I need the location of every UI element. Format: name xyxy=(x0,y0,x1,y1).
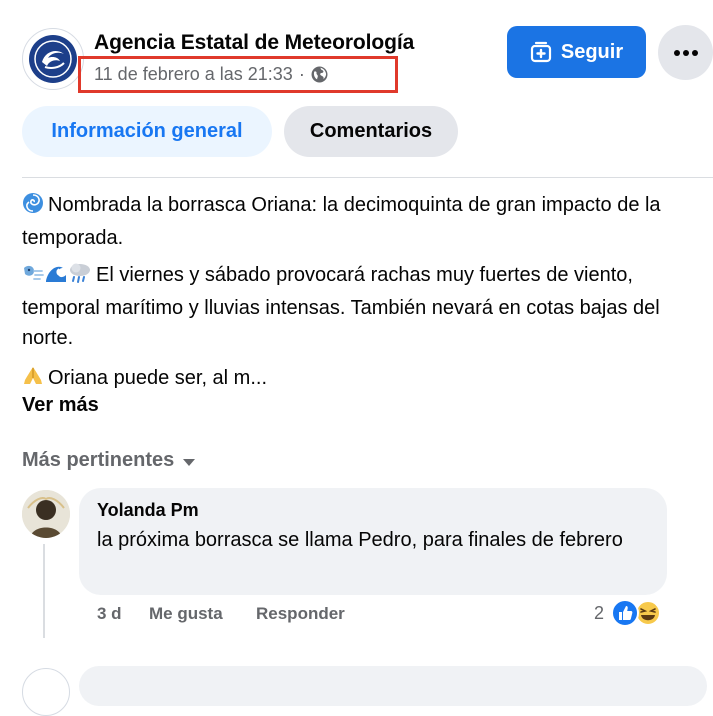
post-paragraph-3-text: Oriana puede ser, al m... xyxy=(48,367,268,389)
follow-button[interactable]: Seguir xyxy=(507,26,646,78)
timestamp-highlight-box xyxy=(78,56,398,93)
comment-time[interactable]: 3 d xyxy=(97,604,122,624)
wind-face-emoji xyxy=(22,262,44,293)
thread-line xyxy=(43,544,45,638)
post-paragraph-2-text: El viernes y sábado provocará rachas muy… xyxy=(22,264,660,349)
next-commenter-avatar[interactable] xyxy=(22,668,70,716)
commenter-avatar[interactable] xyxy=(22,490,70,538)
comment-author[interactable]: Yolanda Pm xyxy=(97,500,199,521)
more-options-button[interactable] xyxy=(658,25,713,80)
page-avatar[interactable] xyxy=(22,28,84,90)
haha-reaction-icon xyxy=(635,600,661,626)
water-wave-emoji xyxy=(45,262,67,293)
aemet-logo-icon xyxy=(29,35,77,83)
comment-reply-button[interactable]: Responder xyxy=(256,604,345,624)
reaction-count[interactable]: 2 xyxy=(594,603,604,624)
next-comment-bubble xyxy=(79,666,707,706)
page-name-link[interactable]: Agencia Estatal de Meteorología xyxy=(94,31,414,55)
comment-sort-dropdown[interactable]: Más pertinentes xyxy=(22,449,196,472)
tab-informacion-general[interactable]: Información general xyxy=(22,106,272,157)
post-paragraph-2: El viernes y sábado provocará rachas muy… xyxy=(22,260,702,353)
comment-like-button[interactable]: Me gusta xyxy=(149,604,223,624)
reaction-icons[interactable] xyxy=(609,598,665,628)
post-paragraph-1-text: Nombrada la borrasca Oriana: la decimoqu… xyxy=(22,194,661,249)
sort-label: Más pertinentes xyxy=(22,449,175,471)
cyclone-emoji xyxy=(22,192,44,223)
see-more-link[interactable]: Ver más xyxy=(22,394,99,417)
comment-text: la próxima borrasca se llama Pedro, para… xyxy=(97,529,623,551)
post-paragraph-3: Oriana puede ser, al m... xyxy=(22,363,702,396)
follow-label: Seguir xyxy=(560,40,624,63)
tab-comentarios[interactable]: Comentarios xyxy=(284,106,458,157)
like-reaction-icon xyxy=(611,599,639,627)
post-paragraph-1: Nombrada la borrasca Oriana: la decimoqu… xyxy=(22,190,702,253)
section-divider xyxy=(22,177,713,178)
follow-plus-icon xyxy=(530,41,552,63)
rain-cloud-emoji xyxy=(68,262,92,293)
ellipsis-icon xyxy=(673,49,699,57)
caret-down-icon xyxy=(182,458,196,467)
folded-hands-emoji xyxy=(22,365,44,396)
